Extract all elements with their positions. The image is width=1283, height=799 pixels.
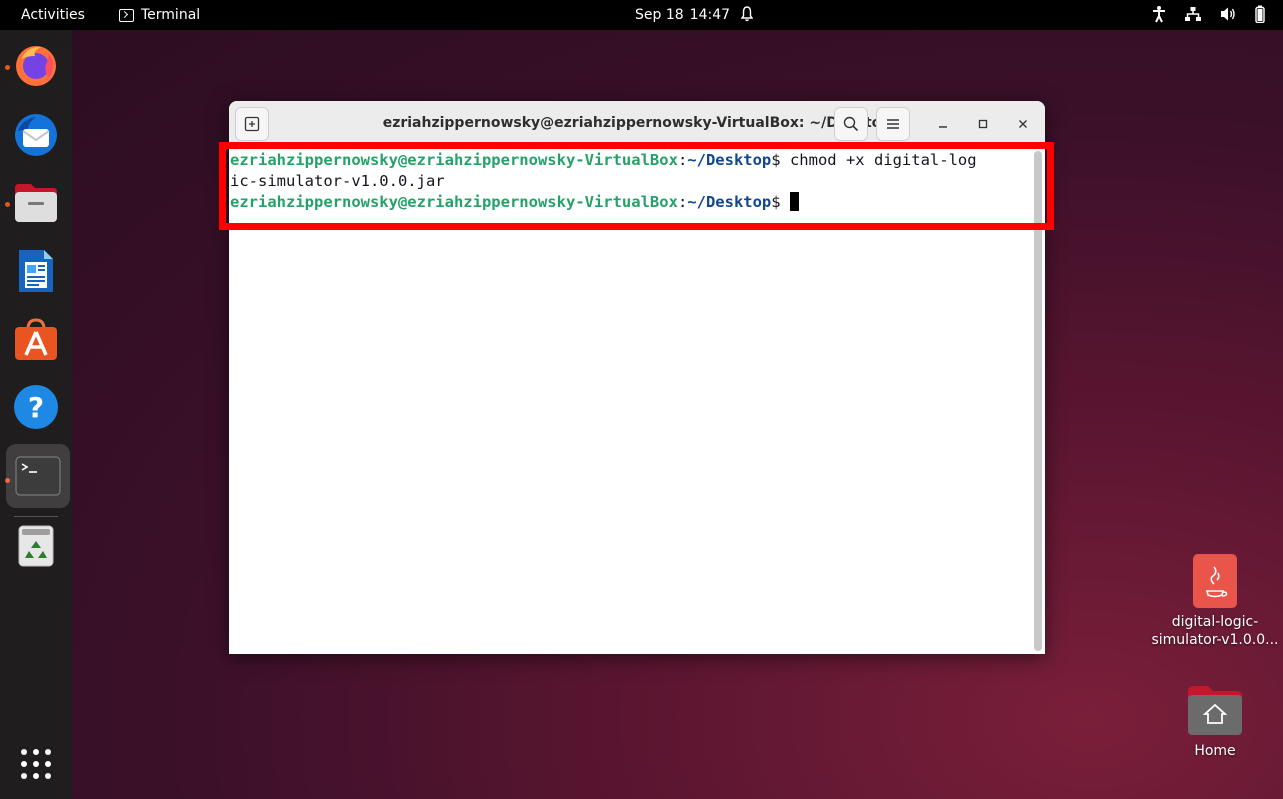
network-icon[interactable]: [1184, 6, 1202, 22]
writer-document-icon: [19, 250, 53, 292]
firefox-icon: [16, 46, 56, 86]
terminal-output[interactable]: ezriahzippernowsky@ezriahzippernowsky-Vi…: [229, 146, 1031, 654]
text-cursor: [789, 192, 799, 211]
help-question-icon: ?: [14, 385, 58, 429]
prompt-symbol: $: [771, 151, 790, 169]
maximize-button[interactable]: [972, 113, 994, 135]
prompt-symbol: $: [771, 193, 790, 211]
dock-thunderbird[interactable]: [10, 109, 62, 161]
menu-button[interactable]: [876, 107, 910, 141]
system-tray[interactable]: [1152, 5, 1265, 23]
battery-icon[interactable]: [1255, 5, 1265, 23]
prompt-path: ~/Desktop: [687, 193, 772, 211]
prompt-separator: :: [677, 151, 688, 169]
dock-libreoffice-writer[interactable]: [10, 245, 62, 297]
app-grid-icon: [21, 749, 51, 779]
activities-button[interactable]: Activities: [21, 7, 85, 23]
terminal-small-icon: [119, 8, 134, 22]
prompt-separator: :: [677, 193, 688, 211]
prompt-user-host: ezriahzippernowsky@ezriahzippernowsky-Vi…: [230, 151, 678, 169]
dock-trash[interactable]: [10, 520, 62, 572]
top-bar: Activities Terminal Sep 18 14:47: [0, 0, 1283, 30]
dock-show-apps[interactable]: [10, 738, 62, 790]
dock-terminal[interactable]: [6, 444, 70, 508]
dock: ?: [0, 30, 72, 799]
terminal-icon: [15, 456, 61, 496]
thunderbird-icon: [15, 114, 57, 156]
terminal-line-2: ic-simulator-v1.0.0.jar: [230, 172, 445, 190]
home-folder-icon: [1188, 686, 1242, 735]
home-folder-label: Home: [1194, 743, 1236, 759]
window-title: ezriahzippernowsky@ezriahzippernowsky-Vi…: [382, 115, 892, 131]
terminal-line-3: ezriahzippernowsky@ezriahzippernowsky-Vi…: [230, 192, 1031, 213]
trash-icon: [18, 525, 54, 567]
prompt-user-host: ezriahzippernowsky@ezriahzippernowsky-Vi…: [230, 193, 678, 211]
jar-file-label-line2: simulator-v1.0.0...: [1151, 632, 1279, 648]
volume-icon[interactable]: [1220, 6, 1237, 22]
minimize-button[interactable]: [932, 113, 954, 135]
clock-time: 14:47: [689, 7, 731, 23]
terminal-scrollbar[interactable]: [1034, 151, 1042, 651]
dock-separator: [14, 516, 58, 517]
search-icon: [843, 116, 859, 132]
dock-firefox[interactable]: [10, 39, 62, 91]
window-titlebar[interactable]: ezriahzippernowsky@ezriahzippernowsky-Vi…: [229, 101, 1045, 145]
dock-files[interactable]: [10, 177, 62, 229]
close-icon: [1019, 120, 1027, 128]
app-menu-label: Terminal: [141, 7, 201, 23]
close-button[interactable]: [1012, 113, 1034, 135]
svg-text:?: ?: [28, 391, 44, 424]
command-text: chmod +x digital-log: [789, 151, 977, 169]
maximize-icon: [978, 119, 988, 129]
prompt-path: ~/Desktop: [687, 151, 772, 169]
dock-app-center[interactable]: [10, 313, 62, 365]
app-menu[interactable]: Terminal: [119, 7, 200, 23]
notification-bell-icon[interactable]: [741, 6, 753, 22]
terminal-line-1: ezriahzippernowsky@ezriahzippernowsky-Vi…: [230, 150, 1031, 171]
hamburger-menu-icon: [887, 119, 899, 129]
dock-help[interactable]: ?: [10, 381, 62, 433]
jar-file-label-line1: digital-logic-: [1171, 614, 1259, 630]
files-folder-icon: [15, 184, 57, 222]
clock[interactable]: Sep 18 14:47: [635, 7, 730, 23]
app-center-bag-icon: [15, 318, 57, 360]
search-button[interactable]: [834, 107, 868, 141]
accessibility-icon[interactable]: [1152, 5, 1166, 23]
clock-date: Sep 18: [635, 7, 684, 23]
minimize-icon: [939, 126, 947, 128]
java-jar-icon: [1193, 554, 1237, 608]
desktop-jar-file[interactable]: digital-logic- simulator-v1.0.0...: [1145, 553, 1283, 649]
terminal-window[interactable]: ezriahzippernowsky@ezriahzippernowsky-Vi…: [229, 101, 1045, 654]
desktop-home-folder[interactable]: Home: [1145, 684, 1283, 760]
